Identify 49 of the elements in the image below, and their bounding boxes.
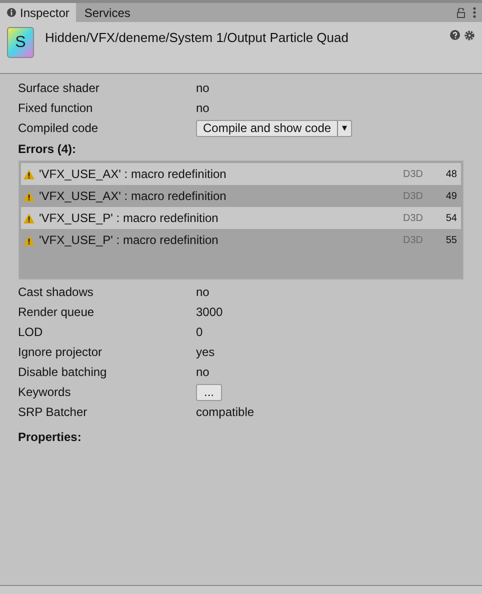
platform-label: D3D [402, 190, 423, 204]
property-label: Keywords [18, 384, 72, 401]
properties-heading: Properties: [18, 429, 82, 446]
property-label: Cast shadows [18, 284, 94, 301]
warning-icon [23, 212, 35, 224]
property-value: no [196, 284, 210, 301]
property-label: Compiled code [18, 120, 100, 137]
shader-file-icon: S [7, 27, 34, 58]
property-label: Fixed function [18, 100, 94, 117]
platform-label: D3D [402, 212, 423, 226]
property-value: yes [196, 344, 215, 361]
errors-heading: Errors (4): [18, 141, 78, 158]
property-value: no [196, 364, 210, 381]
error-message: 'VFX_USE_AX' : macro redefinition [39, 188, 226, 205]
error-row[interactable]: 'VFX_USE_P' : macro redefinition D3D 54 [21, 207, 461, 229]
property-label: LOD [18, 324, 44, 341]
info-icon [7, 8, 16, 17]
property-value: no [196, 100, 210, 117]
lock-icon[interactable] [457, 8, 465, 18]
tab[interactable]: Services [76, 3, 138, 22]
more-icon[interactable] [473, 7, 476, 18]
property-value: 3000 [196, 304, 223, 321]
settings-icon[interactable] [464, 30, 475, 41]
warning-icon [23, 190, 35, 202]
property-value: no [196, 80, 210, 97]
property-label: Disable batching [18, 364, 108, 381]
platform-label: D3D [402, 234, 423, 248]
property-label: Render queue [18, 304, 96, 321]
keywords-button[interactable]: ... [196, 384, 222, 400]
asset-title: Hidden/VFX/deneme/System 1/Output Particle Quad [45, 29, 348, 47]
help-icon[interactable] [450, 30, 460, 40]
warning-icon [23, 168, 35, 180]
property-label: Surface shader [18, 80, 100, 97]
platform-label: D3D [402, 168, 423, 182]
error-message: 'VFX_USE_P' : macro redefinition [39, 210, 218, 227]
error-message: 'VFX_USE_P' : macro redefinition [39, 232, 218, 249]
property-label: Ignore projector [18, 344, 104, 361]
property-value: compatible [196, 404, 254, 421]
property-value: 0 [196, 324, 203, 341]
compile-dropdown[interactable]: Compile and show code ▾ [196, 120, 352, 136]
line-number: 55 [444, 234, 457, 248]
error-message: 'VFX_USE_AX' : macro redefinition [39, 166, 226, 183]
line-number: 54 [444, 212, 457, 226]
property-label: SRP Batcher [18, 404, 88, 421]
warning-icon [23, 234, 35, 246]
line-number: 48 [444, 168, 457, 182]
tab[interactable]: Inspector [0, 3, 76, 22]
line-number: 49 [444, 190, 457, 204]
error-row[interactable]: 'VFX_USE_AX' : macro redefinition D3D 48 [21, 163, 461, 185]
